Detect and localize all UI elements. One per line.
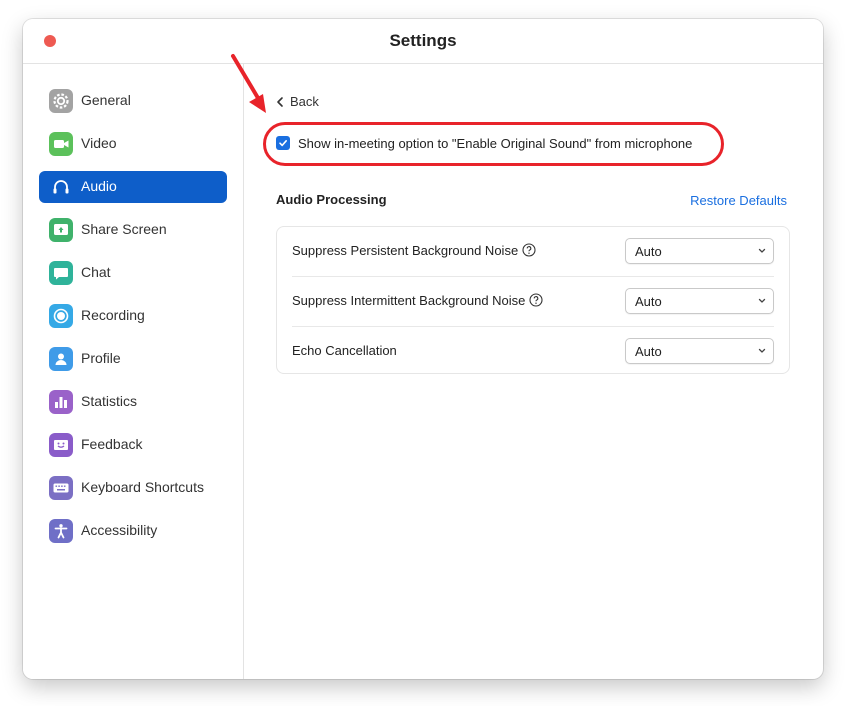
chat-bubble-icon — [49, 261, 73, 285]
settings-sidebar: General Video Audio Share Screen Chat Re… — [23, 64, 244, 679]
setting-row-label: Suppress Persistent Background Noise — [292, 243, 536, 258]
select-value: Auto — [635, 294, 662, 309]
setting-row-intermittent-noise: Suppress Intermittent Background Noise A… — [292, 277, 774, 327]
settings-window: Settings General Video Audio Share Scree… — [23, 19, 823, 679]
audio-settings-panel: Back Show in-meeting option to "Enable O… — [244, 64, 823, 679]
sidebar-item-recording[interactable]: Recording — [39, 300, 227, 332]
audio-processing-heading: Audio Processing — [276, 192, 387, 207]
sidebar-item-label: Statistics — [81, 393, 138, 409]
person-icon — [49, 347, 73, 371]
help-icon[interactable] — [522, 243, 536, 257]
sidebar-item-general[interactable]: General — [39, 85, 227, 117]
video-camera-icon — [49, 132, 73, 156]
sidebar-item-label: General — [81, 92, 131, 108]
gear-icon — [49, 89, 73, 113]
sidebar-item-accessibility[interactable]: Accessibility — [39, 515, 227, 547]
sidebar-item-keyboard-shortcuts[interactable]: Keyboard Shortcuts — [39, 472, 227, 504]
setting-row-echo-cancellation: Echo Cancellation Auto — [292, 327, 774, 377]
sidebar-item-label: Audio — [81, 178, 117, 194]
share-screen-icon — [49, 218, 73, 242]
restore-defaults-link[interactable]: Restore Defaults — [690, 193, 787, 208]
select-value: Auto — [635, 344, 662, 359]
sidebar-item-profile[interactable]: Profile — [39, 343, 227, 375]
echo-cancellation-select[interactable]: Auto — [625, 338, 774, 364]
chevron-down-icon — [758, 348, 766, 353]
sidebar-item-label: Video — [81, 135, 117, 151]
chevron-down-icon — [758, 298, 766, 303]
accessibility-icon — [49, 519, 73, 543]
window-title: Settings — [389, 31, 457, 50]
enable-original-sound-checkbox[interactable] — [276, 136, 290, 150]
sidebar-item-statistics[interactable]: Statistics — [39, 386, 227, 418]
sidebar-item-label: Recording — [81, 307, 145, 323]
sidebar-item-label: Feedback — [81, 436, 143, 452]
setting-row-label: Suppress Intermittent Background Noise — [292, 293, 543, 308]
setting-row-label: Echo Cancellation — [292, 343, 397, 358]
intermittent-noise-select[interactable]: Auto — [625, 288, 774, 314]
sidebar-item-label: Profile — [81, 350, 121, 366]
bar-chart-icon — [49, 390, 73, 414]
record-icon — [49, 304, 73, 328]
title-bar: Settings — [23, 19, 823, 64]
sidebar-item-label: Accessibility — [81, 522, 158, 538]
chevron-down-icon — [758, 248, 766, 253]
sidebar-item-label: Share Screen — [81, 221, 167, 237]
sidebar-item-feedback[interactable]: Feedback — [39, 429, 227, 461]
back-label: Back — [290, 94, 319, 109]
chevron-left-icon — [277, 97, 283, 107]
checkmark-icon — [279, 140, 287, 147]
sidebar-item-chat[interactable]: Chat — [39, 257, 227, 289]
setting-row-persistent-noise: Suppress Persistent Background Noise Aut… — [292, 227, 774, 277]
sidebar-item-audio[interactable]: Audio — [39, 171, 227, 203]
persistent-noise-select[interactable]: Auto — [625, 238, 774, 264]
enable-original-sound-label: Show in-meeting option to "Enable Origin… — [298, 136, 693, 151]
sidebar-item-video[interactable]: Video — [39, 128, 227, 160]
select-value: Auto — [635, 244, 662, 259]
keyboard-icon — [49, 476, 73, 500]
smiley-icon — [49, 433, 73, 457]
sidebar-item-label: Keyboard Shortcuts — [81, 479, 204, 495]
audio-processing-card: Suppress Persistent Background Noise Aut… — [276, 226, 790, 374]
help-icon[interactable] — [529, 293, 543, 307]
headphones-icon — [49, 175, 73, 199]
sidebar-item-label: Chat — [81, 264, 111, 280]
sidebar-item-share-screen[interactable]: Share Screen — [39, 214, 227, 246]
